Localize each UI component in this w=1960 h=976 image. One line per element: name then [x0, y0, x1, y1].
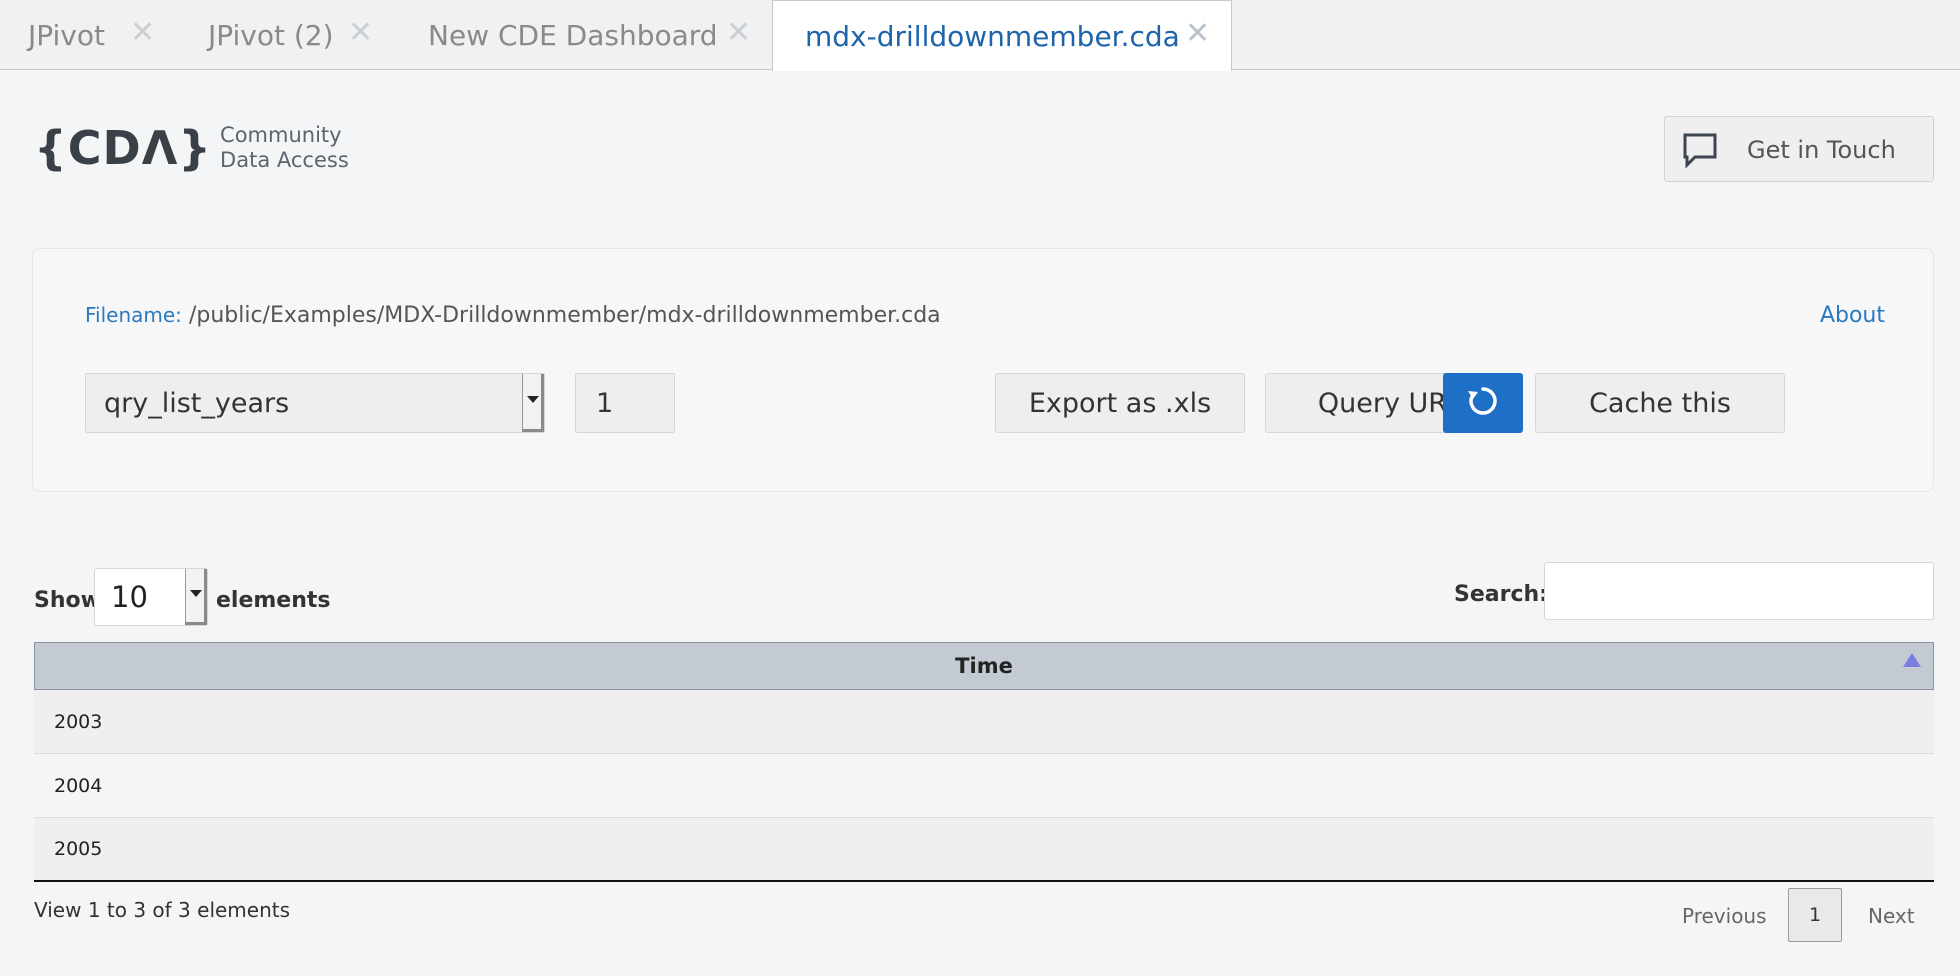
refresh-button[interactable]: [1443, 373, 1523, 433]
close-icon[interactable]: ✕: [726, 18, 751, 48]
close-icon[interactable]: ✕: [130, 18, 155, 48]
table-row: 2005: [34, 818, 1934, 882]
filename-value: /public/Examples/MDX-Drilldownmember/mdx…: [188, 303, 941, 328]
export-xls-button[interactable]: Export as .xls: [995, 373, 1245, 433]
table-cell: 2003: [54, 710, 103, 733]
refresh-icon: [1465, 383, 1501, 423]
column-header-label: Time: [955, 654, 1013, 678]
table-row: 2003: [34, 690, 1934, 754]
tab-mdx-drilldownmember[interactable]: mdx-drilldownmember.cda ✕: [772, 0, 1232, 71]
about-link[interactable]: About: [1820, 303, 1885, 328]
logo-line-2: Data Access: [220, 148, 349, 172]
table-row: 2004: [34, 754, 1934, 818]
column-header-time[interactable]: Time: [34, 642, 1934, 690]
chevron-down-icon: [190, 589, 202, 597]
show-label: Show: [34, 588, 101, 613]
logo-text: Community Data Access: [220, 123, 349, 173]
cda-logo: {CDΛ} Community Data Access: [34, 118, 349, 178]
page-size-value: 10: [111, 580, 148, 614]
page-number-input[interactable]: 1: [575, 373, 675, 433]
dropdown-button[interactable]: [185, 569, 207, 625]
table-info: View 1 to 3 of 3 elements: [34, 898, 291, 922]
chevron-down-icon: [527, 395, 539, 403]
query-select-value: qry_list_years: [104, 387, 290, 419]
page-size-select[interactable]: 10: [94, 568, 208, 626]
get-in-touch-label: Get in Touch: [1747, 136, 1896, 164]
get-in-touch-button[interactable]: Get in Touch: [1664, 116, 1934, 182]
tab-new-cde-dashboard[interactable]: New CDE Dashboard ✕: [400, 0, 772, 70]
filename-key: Filename:: [85, 303, 182, 327]
search-label: Search:: [1454, 582, 1548, 607]
search-input[interactable]: [1544, 562, 1934, 620]
tab-bar: JPivot ✕ JPivot (2) ✕ New CDE Dashboard …: [0, 0, 1960, 71]
tab-label: JPivot: [28, 18, 105, 52]
elements-label: elements: [216, 588, 331, 613]
current-page-button[interactable]: 1: [1788, 888, 1842, 942]
next-page-button[interactable]: Next: [1868, 904, 1915, 928]
chat-bubble-icon: [1681, 131, 1719, 175]
dropdown-button[interactable]: [522, 374, 544, 432]
table-cell: 2005: [54, 838, 103, 860]
logo-mark: {CDΛ}: [34, 121, 213, 175]
table-cell: 2004: [54, 774, 103, 797]
previous-page-button[interactable]: Previous: [1682, 904, 1767, 928]
close-icon[interactable]: ✕: [1185, 19, 1210, 49]
tab-label: New CDE Dashboard: [428, 18, 718, 52]
tab-jpivot-2[interactable]: JPivot (2) ✕: [180, 0, 390, 70]
sort-ascending-icon: [1903, 653, 1921, 667]
close-icon[interactable]: ✕: [348, 18, 373, 48]
page-number-value: 1: [596, 387, 614, 419]
query-select[interactable]: qry_list_years: [85, 373, 545, 433]
tab-label: mdx-drilldownmember.cda: [805, 19, 1180, 53]
cache-this-button[interactable]: Cache this: [1535, 373, 1785, 433]
tab-jpivot[interactable]: JPivot ✕: [0, 0, 170, 70]
logo-line-1: Community: [220, 123, 342, 147]
tab-label: JPivot (2): [208, 18, 334, 52]
query-panel: Filename: /public/Examples/MDX-Drilldown…: [32, 248, 1934, 492]
results-table: Time 2003 2004 2005: [34, 642, 1934, 882]
filename-line: Filename: /public/Examples/MDX-Drilldown…: [85, 303, 941, 328]
